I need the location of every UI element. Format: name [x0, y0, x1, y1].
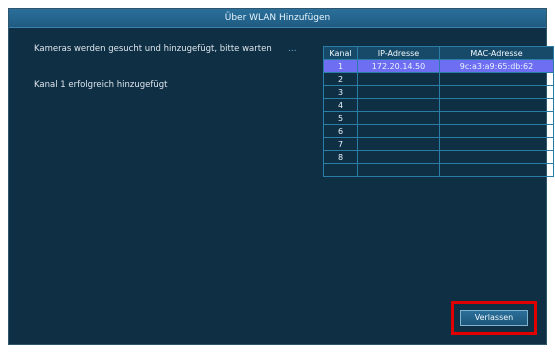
- cell-mac: 9c:a3:a9:65:db:62: [439, 59, 554, 73]
- cell-mac: [439, 163, 554, 177]
- cell-kanal: 2: [323, 72, 358, 86]
- cell-ip: [357, 72, 440, 86]
- dialog-title: Über WLAN Hinzufügen: [9, 9, 546, 28]
- table-row-channel-8[interactable]: 8: [323, 150, 554, 164]
- table-row-channel-6[interactable]: 6: [323, 124, 554, 138]
- cell-mac: [439, 98, 554, 112]
- cell-ip: [357, 124, 440, 138]
- table-row-channel-4[interactable]: 4: [323, 98, 554, 112]
- table-header-row: Kanal IP-Adresse MAC-Adresse: [323, 46, 554, 60]
- cell-mac: [439, 111, 554, 125]
- column-header-kanal: Kanal: [323, 46, 358, 60]
- searching-status-text: Kameras werden gesucht und hinzugefügt, …: [34, 44, 272, 54]
- cell-ip: [357, 163, 440, 177]
- exit-button-highlight: Verlassen: [451, 301, 537, 335]
- table-row-channel-1[interactable]: 1 172.20.14.50 9c:a3:a9:65:db:62: [323, 59, 554, 73]
- cell-ip: [357, 85, 440, 99]
- cell-mac: [439, 85, 554, 99]
- cell-ip: [357, 111, 440, 125]
- cell-kanal: 3: [323, 85, 358, 99]
- cell-mac: [439, 150, 554, 164]
- result-status-text: Kanal 1 erfolgreich hinzugefügt: [34, 80, 168, 90]
- add-via-wlan-dialog: Über WLAN Hinzufügen Kameras werden gesu…: [8, 8, 554, 345]
- column-header-ip: IP-Adresse: [357, 46, 440, 60]
- cell-kanal: 5: [323, 111, 358, 125]
- cell-ip: [357, 98, 440, 112]
- cell-mac: [439, 124, 554, 138]
- channel-table: Kanal IP-Adresse MAC-Adresse 1 172.20.14…: [323, 46, 554, 177]
- cell-mac: [439, 72, 554, 86]
- column-header-mac: MAC-Adresse: [439, 46, 554, 60]
- cell-kanal: 1: [323, 59, 358, 73]
- exit-button[interactable]: Verlassen: [460, 310, 528, 326]
- cell-mac: [439, 137, 554, 151]
- cell-kanal: 4: [323, 98, 358, 112]
- cell-ip: 172.20.14.50: [357, 59, 440, 73]
- table-row-channel-3[interactable]: 3: [323, 85, 554, 99]
- cell-ip: [357, 150, 440, 164]
- table-row-channel-2[interactable]: 2: [323, 72, 554, 86]
- cell-ip: [357, 137, 440, 151]
- table-row-channel-5[interactable]: 5: [323, 111, 554, 125]
- cell-kanal: 7: [323, 137, 358, 151]
- cell-kanal: 8: [323, 150, 358, 164]
- cell-kanal: [323, 163, 358, 177]
- table-row-channel-7[interactable]: 7: [323, 137, 554, 151]
- table-row-empty[interactable]: [323, 163, 554, 177]
- cell-kanal: 6: [323, 124, 358, 138]
- progress-dots: ...: [288, 44, 297, 54]
